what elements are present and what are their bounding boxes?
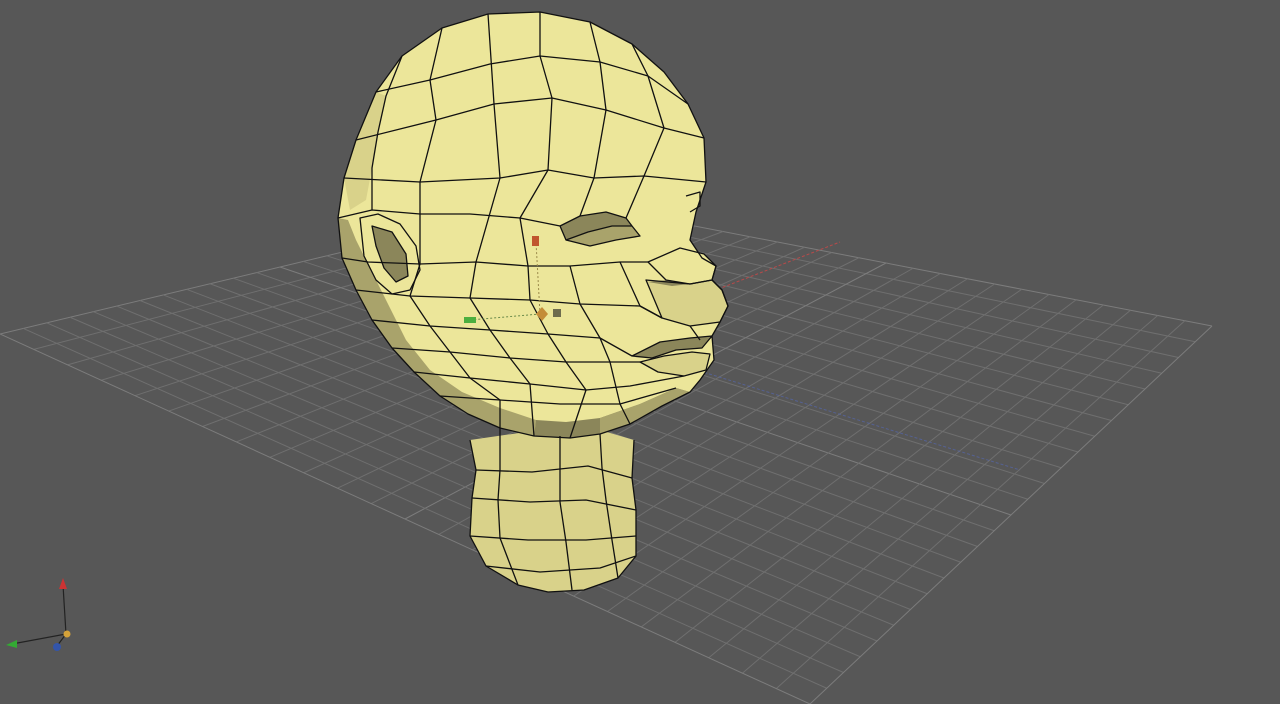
axis-left-arrow-icon [6,640,17,648]
grid-line [742,315,1158,674]
grid-line [809,325,1213,704]
world-z-axis-line [689,367,1021,471]
head-mesh[interactable] [338,12,728,592]
gizmo-up-handle[interactable] [532,236,539,246]
gizmo-scale-handle[interactable] [553,309,561,317]
grid-line [775,320,1186,689]
axis-up-line [62,584,67,635]
axis-depth-dot-icon [53,643,61,651]
axis-orientation-widget [6,578,71,651]
axis-left-line [11,633,67,645]
gizmo-side-handle[interactable] [464,317,476,323]
viewport-canvas[interactable] [0,0,1280,704]
3d-viewport[interactable] [0,0,1280,704]
axis-origin-dot-icon [63,630,71,638]
grid-line [674,304,1104,643]
axis-up-arrow-icon [59,578,67,589]
